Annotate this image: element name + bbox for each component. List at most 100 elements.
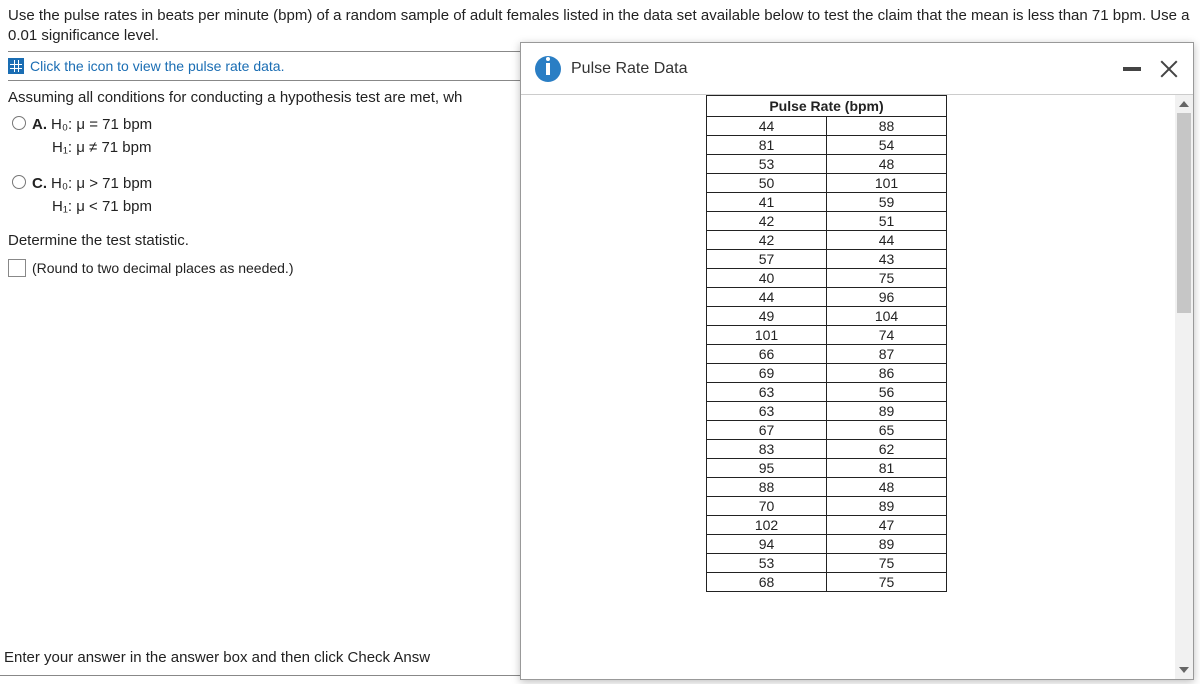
- table-row: 4251: [707, 212, 947, 231]
- info-icon: [535, 56, 561, 82]
- table-cell: 101: [707, 326, 827, 345]
- table-cell: 59: [827, 193, 947, 212]
- table-row: 6765: [707, 421, 947, 440]
- chevron-down-icon: [1179, 667, 1189, 673]
- option-letter: A.: [32, 116, 47, 133]
- table-row: 4244: [707, 231, 947, 250]
- table-cell: 44: [707, 117, 827, 136]
- table-cell: 57: [707, 250, 827, 269]
- table-cell: 48: [827, 155, 947, 174]
- table-cell: 81: [707, 136, 827, 155]
- scroll-up-button[interactable]: [1175, 95, 1193, 113]
- h1-text: H₁: μ < 71 bpm: [32, 196, 152, 219]
- h0-text: H₀: μ > 71 bpm: [51, 175, 152, 192]
- table-row: 10174: [707, 326, 947, 345]
- radio-c[interactable]: [12, 175, 26, 189]
- table-cell: 68: [707, 573, 827, 592]
- table-row: 8848: [707, 478, 947, 497]
- scroll-thumb[interactable]: [1177, 113, 1191, 313]
- table-cell: 81: [827, 459, 947, 478]
- table-cell: 66: [707, 345, 827, 364]
- question-text: Use the pulse rates in beats per minute …: [8, 6, 1192, 45]
- table-cell: 70: [707, 497, 827, 516]
- vertical-scrollbar[interactable]: [1175, 95, 1193, 679]
- scroll-area: Pulse Rate (bpm) 44888154534850101415942…: [521, 95, 1175, 679]
- modal-title: Pulse Rate Data: [571, 60, 688, 78]
- table-cell: 75: [827, 554, 947, 573]
- table-cell: 43: [827, 250, 947, 269]
- table-row: 5743: [707, 250, 947, 269]
- table-cell: 87: [827, 345, 947, 364]
- table-cell: 75: [827, 269, 947, 288]
- table-cell: 94: [707, 535, 827, 554]
- minimize-icon[interactable]: [1123, 67, 1141, 71]
- answer-input[interactable]: [8, 259, 26, 277]
- table-row: 4496: [707, 288, 947, 307]
- divider: [0, 675, 520, 676]
- table-row: 49104: [707, 307, 947, 326]
- table-row: 50101: [707, 174, 947, 193]
- table-cell: 40: [707, 269, 827, 288]
- table-row: 8362: [707, 440, 947, 459]
- table-row: 6875: [707, 573, 947, 592]
- data-table-icon[interactable]: [8, 58, 24, 74]
- table-cell: 75: [827, 573, 947, 592]
- table-row: 6986: [707, 364, 947, 383]
- table-row: 8154: [707, 136, 947, 155]
- table-cell: 89: [827, 535, 947, 554]
- chevron-up-icon: [1179, 101, 1189, 107]
- table-cell: 96: [827, 288, 947, 307]
- table-cell: 88: [827, 117, 947, 136]
- round-note: (Round to two decimal places as needed.): [32, 260, 293, 276]
- table-cell: 104: [827, 307, 947, 326]
- table-header: Pulse Rate (bpm): [707, 96, 947, 117]
- table-cell: 67: [707, 421, 827, 440]
- table-cell: 42: [707, 212, 827, 231]
- table-cell: 86: [827, 364, 947, 383]
- table-cell: 42: [707, 231, 827, 250]
- table-cell: 95: [707, 459, 827, 478]
- close-icon[interactable]: [1159, 59, 1179, 79]
- table-cell: 41: [707, 193, 827, 212]
- table-cell: 44: [707, 288, 827, 307]
- table-cell: 50: [707, 174, 827, 193]
- table-cell: 83: [707, 440, 827, 459]
- radio-a[interactable]: [12, 116, 26, 130]
- table-row: 4159: [707, 193, 947, 212]
- scroll-down-button[interactable]: [1175, 661, 1193, 679]
- h0-text: H₀: μ = 71 bpm: [51, 116, 152, 133]
- table-row: 10247: [707, 516, 947, 535]
- pulse-rate-table: Pulse Rate (bpm) 44888154534850101415942…: [706, 95, 947, 592]
- table-cell: 63: [707, 383, 827, 402]
- table-cell: 101: [827, 174, 947, 193]
- table-row: 4488: [707, 117, 947, 136]
- view-data-link[interactable]: Click the icon to view the pulse rate da…: [30, 58, 284, 74]
- table-cell: 63: [707, 402, 827, 421]
- table-cell: 89: [827, 497, 947, 516]
- table-row: 4075: [707, 269, 947, 288]
- table-cell: 62: [827, 440, 947, 459]
- modal-body: Pulse Rate (bpm) 44888154534850101415942…: [521, 95, 1193, 679]
- table-row: 6356: [707, 383, 947, 402]
- table-cell: 47: [827, 516, 947, 535]
- table-cell: 88: [707, 478, 827, 497]
- table-cell: 51: [827, 212, 947, 231]
- table-cell: 65: [827, 421, 947, 440]
- table-cell: 69: [707, 364, 827, 383]
- table-cell: 89: [827, 402, 947, 421]
- table-cell: 74: [827, 326, 947, 345]
- pulse-rate-modal: Pulse Rate Data Pulse Rate (bpm) 4488815…: [520, 42, 1194, 680]
- table-row: 5375: [707, 554, 947, 573]
- table-row: 7089: [707, 497, 947, 516]
- table-cell: 53: [707, 554, 827, 573]
- table-row: 9489: [707, 535, 947, 554]
- h1-text: H₁: μ ≠ 71 bpm: [32, 137, 152, 160]
- table-row: 9581: [707, 459, 947, 478]
- table-cell: 56: [827, 383, 947, 402]
- table-cell: 49: [707, 307, 827, 326]
- modal-header: Pulse Rate Data: [521, 43, 1193, 95]
- scroll-track[interactable]: [1175, 113, 1193, 661]
- table-cell: 53: [707, 155, 827, 174]
- table-cell: 48: [827, 478, 947, 497]
- option-letter: C.: [32, 175, 47, 192]
